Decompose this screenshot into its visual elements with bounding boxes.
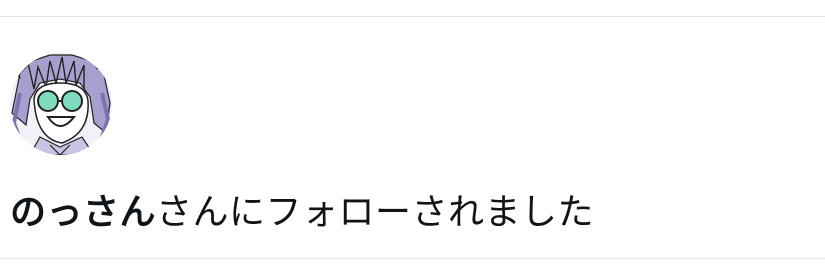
follow-notification[interactable]: ∞ × のっさんさんにフォローされました <box>0 17 825 258</box>
anime-avatar-icon: ∞ × <box>10 53 112 155</box>
svg-text:×: × <box>14 71 22 82</box>
notification-message: のっさんさんにフォローされました <box>10 189 594 237</box>
user-name-link[interactable]: のっさん <box>10 192 156 233</box>
avatar[interactable]: ∞ × <box>10 53 112 155</box>
follow-action-text: さんにフォローされました <box>156 192 595 233</box>
bottom-divider <box>0 258 825 259</box>
svg-text:∞: ∞ <box>94 59 106 75</box>
